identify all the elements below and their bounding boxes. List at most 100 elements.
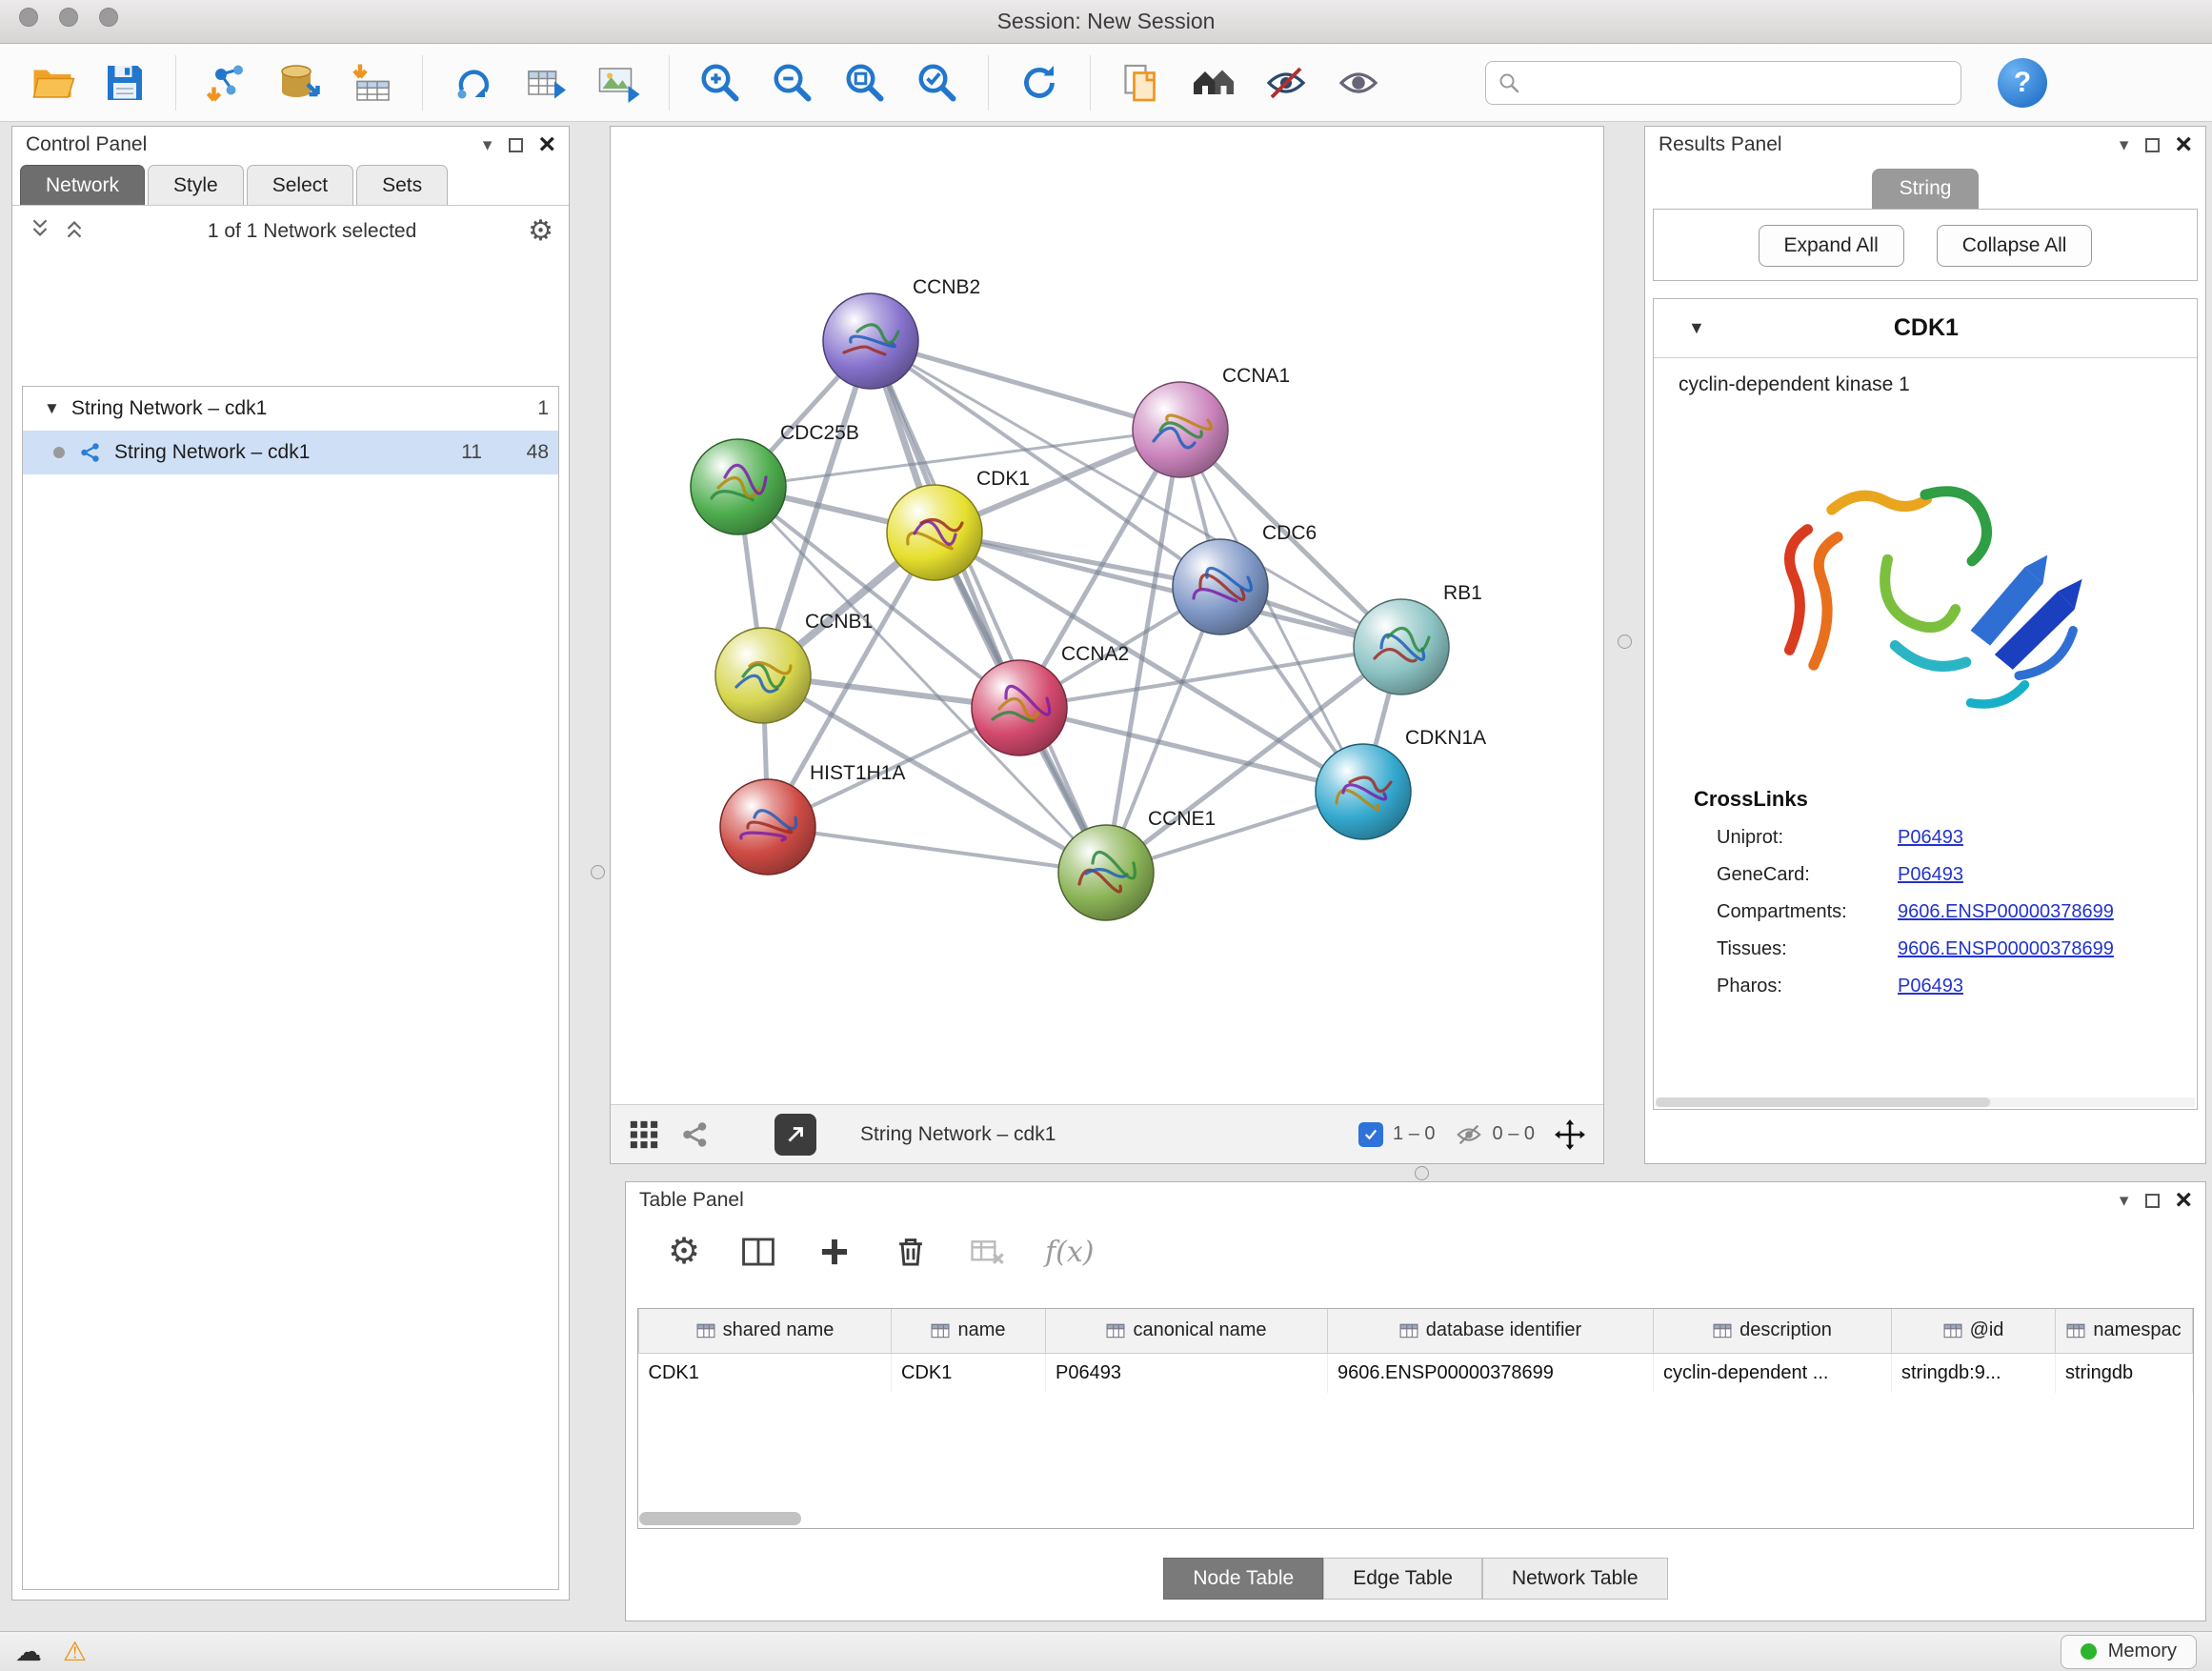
cell-database-identifier[interactable]: 9606.ENSP00000378699 (1328, 1353, 1654, 1393)
crosslink-link[interactable]: 9606.ENSP00000378699 (1898, 901, 2114, 923)
tab-network[interactable]: Network (20, 165, 145, 205)
search-input[interactable] (1528, 71, 1949, 93)
panel-maximize-icon[interactable] (509, 138, 523, 152)
zoom-out-button[interactable] (761, 51, 824, 114)
disclosure-triangle-icon[interactable]: ▼ (1688, 318, 1705, 338)
network-edge[interactable] (768, 827, 1106, 873)
help-button[interactable]: ? (1998, 58, 2047, 108)
panel-maximize-icon[interactable] (2145, 138, 2160, 152)
results-horizontal-scrollbar[interactable] (1656, 1097, 2195, 1107)
network-node-HIST1H1A[interactable] (720, 779, 815, 875)
network-node-CCNA1[interactable] (1133, 382, 1228, 477)
home-button[interactable] (1182, 51, 1245, 114)
panel-close-icon[interactable]: × (2175, 131, 2192, 159)
network-canvas[interactable]: CCNB2CCNA1CDC25BCDK1CDC6RB1CCNB1CCNA2CDK… (611, 127, 1603, 1104)
close-window-button[interactable] (19, 8, 38, 27)
panel-close-icon[interactable]: × (2175, 1186, 2192, 1215)
panel-float-icon[interactable]: ▾ (2120, 134, 2129, 156)
crosslink-link[interactable]: P06493 (1898, 864, 1963, 886)
panel-float-icon[interactable]: ▾ (2120, 1190, 2129, 1212)
network-node-CDKN1A[interactable] (1316, 744, 1411, 839)
birds-eye-crosshair-icon[interactable] (1554, 1118, 1586, 1151)
column-header[interactable]: shared name (639, 1309, 892, 1353)
crosslink-link[interactable]: P06493 (1898, 827, 1963, 849)
show-columns-icon[interactable] (740, 1234, 776, 1270)
network-node-CCNA2[interactable] (972, 660, 1067, 755)
refresh-view-button[interactable] (1008, 51, 1071, 114)
open-session-button[interactable] (21, 51, 84, 114)
import-network-file-button[interactable] (195, 51, 258, 114)
share-network-icon[interactable] (679, 1118, 712, 1151)
tab-edge-table[interactable]: Edge Table (1323, 1558, 1482, 1600)
tab-node-table[interactable]: Node Table (1163, 1558, 1323, 1600)
gene-header-row[interactable]: ▼ CDK1 (1654, 299, 2197, 358)
export-image-button[interactable] (587, 51, 650, 114)
network-node-CDC25B[interactable] (691, 439, 786, 534)
zoom-in-button[interactable] (689, 51, 752, 114)
export-table-button[interactable] (514, 51, 577, 114)
crosslink-link[interactable]: 9606.ENSP00000378699 (1898, 938, 2114, 960)
minimize-window-button[interactable] (59, 8, 78, 27)
panel-maximize-icon[interactable] (2145, 1194, 2160, 1208)
save-session-button[interactable] (93, 51, 156, 114)
tab-network-table[interactable]: Network Table (1482, 1558, 1668, 1600)
import-network-database-button[interactable] (268, 51, 331, 114)
warning-icon[interactable]: ⚠ (63, 1639, 87, 1665)
grid-view-icon[interactable] (628, 1118, 660, 1151)
disclosure-triangle-icon[interactable]: ▼ (44, 399, 60, 418)
network-node-CCNB1[interactable] (715, 628, 811, 723)
tab-sets[interactable]: Sets (356, 165, 448, 205)
collapse-all-button[interactable]: Collapse All (1937, 225, 2093, 267)
add-column-icon[interactable] (816, 1234, 853, 1270)
network-options-gear-icon[interactable]: ⚙ (528, 217, 553, 246)
right-splitter-handle[interactable] (1618, 634, 1632, 649)
column-header[interactable]: namespac (2056, 1309, 2193, 1353)
zoom-fit-button[interactable] (834, 51, 896, 114)
hide-selection-button[interactable] (1255, 51, 1317, 114)
zoom-selected-button[interactable] (906, 51, 969, 114)
import-table-button[interactable] (340, 51, 403, 114)
memory-button[interactable]: Memory (2061, 1635, 2197, 1669)
expand-all-networks-icon[interactable] (28, 216, 52, 246)
cell-shared-name[interactable]: CDK1 (639, 1353, 892, 1393)
cell-description[interactable]: cyclin-dependent ... (1654, 1353, 1892, 1393)
panel-float-icon[interactable]: ▾ (483, 134, 493, 156)
tab-string[interactable]: String (1872, 169, 1979, 209)
collapse-all-networks-icon[interactable] (62, 216, 87, 246)
table-row[interactable]: CDK1 CDK1 P06493 9606.ENSP00000378699 cy… (639, 1353, 2193, 1393)
network-edge[interactable] (871, 341, 1106, 873)
column-header[interactable]: @id (1892, 1309, 2056, 1353)
network-collection-row[interactable]: ▼ String Network – cdk1 1 (23, 387, 558, 431)
column-header[interactable]: database identifier (1328, 1309, 1654, 1353)
network-node-CDC6[interactable] (1173, 539, 1268, 634)
cell-name[interactable]: CDK1 (892, 1353, 1046, 1393)
network-node-CCNE1[interactable] (1058, 825, 1154, 920)
network-node-CDK1[interactable] (887, 485, 982, 580)
column-header[interactable]: canonical name (1046, 1309, 1328, 1353)
expand-all-button[interactable]: Expand All (1759, 225, 1904, 267)
delete-column-trash-icon[interactable] (893, 1234, 929, 1270)
crosslink-link[interactable]: P06493 (1898, 976, 1963, 997)
cell-namespace[interactable]: stringdb (2056, 1353, 2193, 1393)
column-header[interactable]: name (892, 1309, 1046, 1353)
cell-canonical-name[interactable]: P06493 (1046, 1353, 1328, 1393)
network-node-RB1[interactable] (1354, 599, 1449, 695)
bottom-splitter-handle[interactable] (1415, 1166, 1429, 1180)
network-node-CCNB2[interactable] (823, 293, 918, 389)
table-settings-gear-icon[interactable]: ⚙ (668, 1234, 700, 1270)
column-header[interactable]: description (1654, 1309, 1892, 1353)
copy-document-button[interactable] (1110, 51, 1173, 114)
network-row[interactable]: String Network – cdk1 11 48 (23, 431, 558, 474)
cell-id[interactable]: stringdb:9... (1892, 1353, 2056, 1393)
selected-checkbox-icon[interactable] (1358, 1122, 1383, 1147)
apply-layout-button[interactable] (442, 51, 505, 114)
table-horizontal-scrollbar[interactable] (639, 1512, 1020, 1525)
tab-style[interactable]: Style (148, 165, 244, 205)
left-splitter-handle[interactable] (591, 865, 605, 879)
maximize-window-button[interactable] (99, 8, 118, 27)
show-all-button[interactable] (1327, 51, 1390, 114)
open-in-new-window-button[interactable] (774, 1114, 816, 1156)
panel-close-icon[interactable]: × (538, 131, 555, 159)
cloud-status-icon[interactable]: ☁ (15, 1639, 42, 1665)
tab-select[interactable]: Select (247, 165, 353, 205)
